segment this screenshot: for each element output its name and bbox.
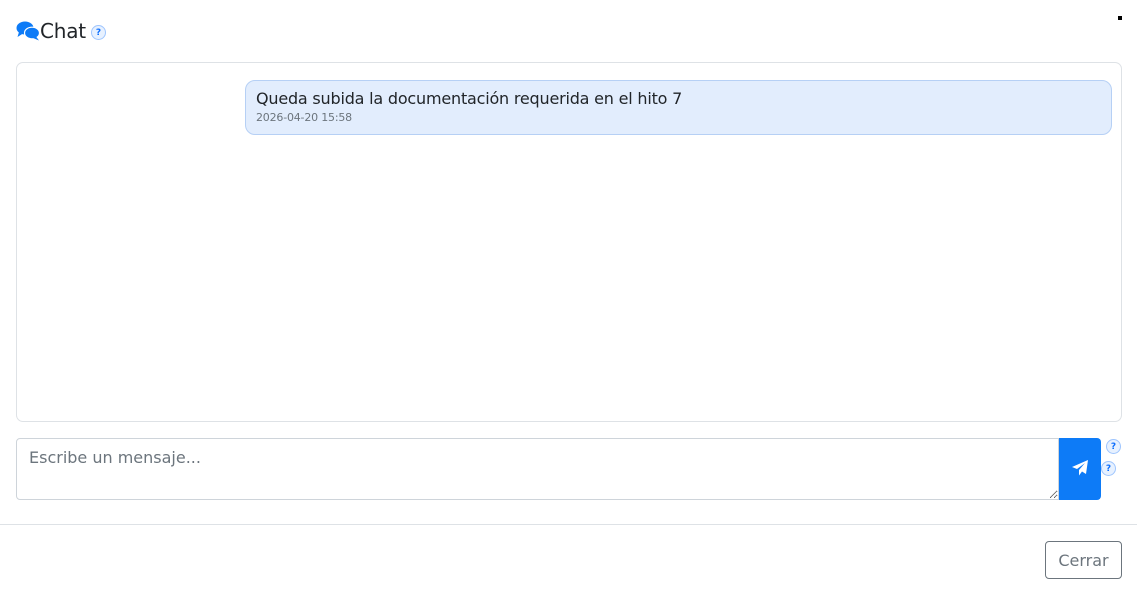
send-button[interactable] — [1059, 438, 1101, 500]
message-text: Queda subida la documentación requerida … — [256, 89, 683, 108]
title-help-icon[interactable]: ? — [90, 25, 106, 40]
message-list: Queda subida la documentación requerida … — [16, 62, 1122, 422]
close-button[interactable]: Cerrar — [1045, 541, 1122, 579]
message-input[interactable] — [16, 438, 1059, 500]
footer-divider — [0, 524, 1137, 525]
send-help-icon[interactable]: ? — [1101, 461, 1116, 476]
input-help-icon[interactable]: ? — [1106, 439, 1121, 454]
message-bubble: Queda subida la documentación requerida … — [245, 80, 1112, 135]
composer — [16, 438, 1101, 500]
chat-modal: Chat ? Queda subida la documentación req… — [0, 0, 1137, 595]
modal-header: Chat ? — [16, 18, 106, 44]
message-timestamp: 2026-04-20 15:58 — [256, 111, 352, 124]
comments-icon — [16, 20, 41, 42]
corner-mark — [1118, 16, 1122, 20]
page-title: Chat — [40, 19, 86, 43]
paper-plane-icon — [1071, 459, 1089, 480]
